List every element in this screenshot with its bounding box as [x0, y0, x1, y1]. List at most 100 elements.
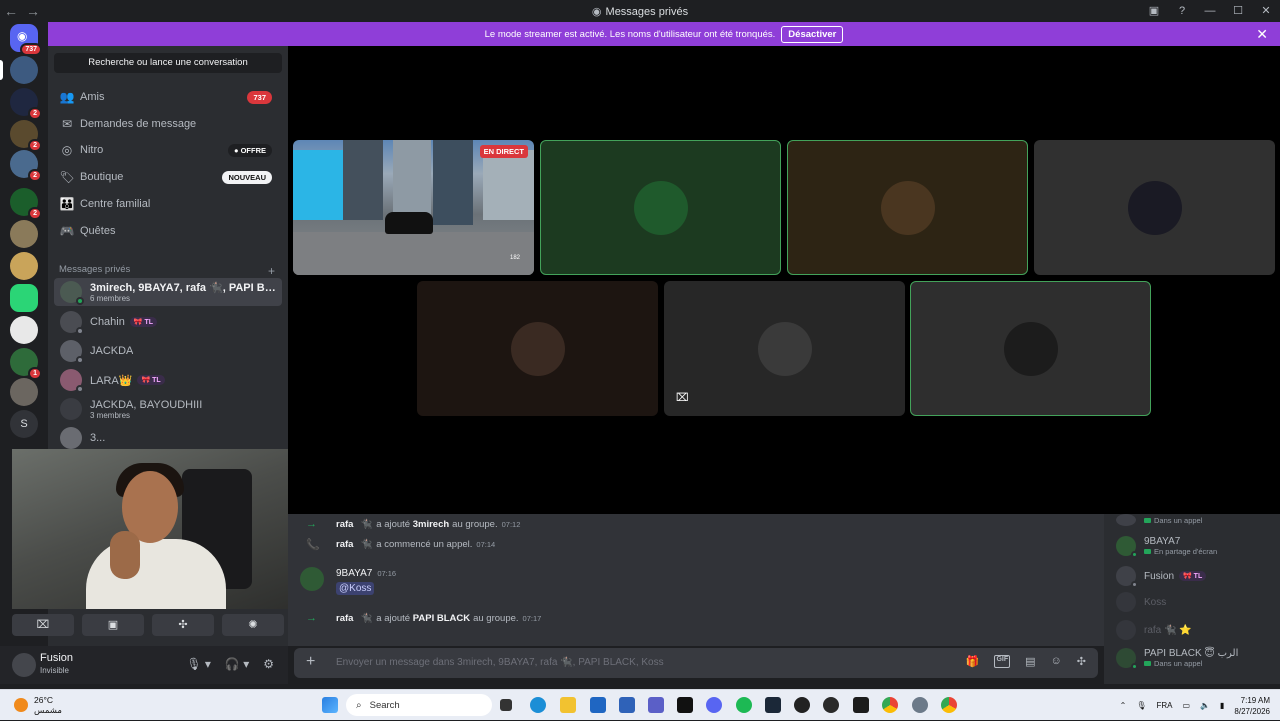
volume-icon[interactable]: 🔈 [1200, 701, 1210, 710]
app-icon[interactable] [853, 697, 869, 713]
participant-tile[interactable] [787, 140, 1028, 275]
file-explorer-icon[interactable] [560, 697, 576, 713]
teams-icon[interactable] [648, 697, 664, 713]
dm-item-jackda-group[interactable]: JACKDA, BAYOUDHIII 3 membres [54, 395, 282, 423]
maximize-button[interactable]: ☐ [1224, 0, 1252, 22]
member-item[interactable]: PAPI BLACK 😇 الرب Dans un appel [1116, 648, 1238, 670]
chrome-icon[interactable] [941, 697, 957, 713]
back-icon[interactable]: ← [0, 3, 22, 19]
inbox-icon[interactable]: ▣ [1140, 0, 1168, 22]
dm-item[interactable]: 3... [54, 424, 282, 452]
attach-plus-icon[interactable]: + [306, 653, 315, 671]
target-name[interactable]: PAPI BLACK [413, 613, 470, 624]
nav-shop[interactable]: 🏷 Boutique NOUVEAU [54, 165, 282, 189]
screen-share-button[interactable]: ▣ [82, 614, 144, 636]
discord-taskbar-icon[interactable] [706, 697, 722, 713]
home-button[interactable]: ◉ 737 [10, 24, 42, 56]
actor-name[interactable]: rafa [336, 519, 353, 530]
outlook-icon[interactable] [590, 697, 606, 713]
nav-family-center[interactable]: 👪 Centre familial [54, 192, 282, 216]
dm-item-group[interactable]: 3mirech, 9BAYA7, rafa 🐈‍⬛, PAPI BLACK,..… [54, 278, 282, 306]
member-item[interactable]: Fusion 🎀 TL [1116, 566, 1207, 588]
microphone-icon[interactable]: 🎙 ▾ [186, 657, 211, 671]
member-item[interactable]: 9BAYA7 En partage d'écran [1116, 536, 1217, 558]
weather-widget[interactable]: 26°C مشمس [14, 695, 62, 715]
app-icon[interactable] [619, 697, 635, 713]
gif-icon[interactable]: GIF [994, 655, 1011, 668]
settings-icon[interactable] [912, 697, 928, 713]
actor-name[interactable]: rafa [336, 539, 353, 550]
gift-icon[interactable]: 🎁 [966, 655, 980, 668]
avatar[interactable] [12, 653, 36, 677]
steam-icon[interactable] [765, 697, 781, 713]
composer-placeholder[interactable]: Envoyer un message dans 3mirech, 9BAYA7,… [336, 657, 664, 668]
member-item[interactable]: Dans un appel [1116, 514, 1202, 526]
actor-name[interactable]: rafa [336, 613, 353, 624]
settings-gear-icon[interactable]: ⚙ [263, 657, 274, 671]
server-icon[interactable] [10, 56, 38, 84]
nav-nitro[interactable]: ◎ Nitro ● OFFRE [54, 138, 282, 162]
dm-item-chahin[interactable]: Chahin 🎀 TL [54, 308, 282, 336]
language-indicator[interactable]: FRA [1156, 701, 1172, 710]
dm-item-jackda[interactable]: JACKDA [54, 337, 282, 365]
participant-tile[interactable]: ⌧ [664, 281, 905, 416]
server-letter[interactable]: S [10, 410, 38, 438]
help-icon[interactable]: ? [1168, 0, 1196, 22]
nav-quests[interactable]: 🎮 Quêtes [54, 219, 282, 243]
server-icon[interactable]: 2 [10, 120, 42, 152]
system-message: → rafa 🐈‍⬛ a ajouté PAPI BLACK au groupe. 07… [306, 612, 541, 624]
server-icon[interactable]: 2 [10, 150, 42, 182]
battery-icon[interactable]: ▮ [1220, 701, 1224, 710]
spotify-icon[interactable] [736, 697, 752, 713]
task-view-icon[interactable] [500, 699, 512, 711]
xbox-icon[interactable] [823, 697, 839, 713]
headphones-icon[interactable]: 🎧 ▾ [225, 657, 249, 671]
nav-message-requests[interactable]: ✉ Demandes de message [54, 112, 282, 136]
participant-tile[interactable] [1034, 140, 1275, 275]
activities-button[interactable]: ✣ [152, 614, 214, 636]
message-author[interactable]: 9BAYA7 [336, 568, 372, 579]
member-item[interactable]: Koss [1116, 592, 1166, 612]
participant-tile[interactable] [417, 281, 658, 416]
avatar[interactable] [300, 567, 324, 591]
nav-friends[interactable]: 👥 Amis 737 [54, 85, 282, 109]
taskbar-search[interactable]: ⌕ Search [346, 694, 492, 716]
chrome-icon[interactable] [882, 697, 898, 713]
server-icon[interactable]: 2 [10, 88, 42, 120]
member-item[interactable]: rafa 🐈‍⬛ ⭐ [1116, 620, 1192, 640]
apps-icon[interactable]: ✣ [1077, 655, 1086, 668]
clock[interactable]: 7:19 AM 8/27/2026 [1234, 695, 1270, 717]
camera-off-button[interactable]: ⌧ [12, 614, 74, 636]
microphone-tray-icon[interactable]: 🎙 [1136, 701, 1146, 710]
server-icon[interactable] [10, 316, 38, 344]
server-icon[interactable]: 2 [10, 188, 42, 220]
sticker-icon[interactable]: ▤ [1025, 655, 1035, 668]
dm-item-lara[interactable]: LARA👑 🎀 TL [54, 366, 282, 394]
server-icon[interactable] [10, 220, 38, 248]
server-icon[interactable] [10, 284, 38, 312]
edge-icon[interactable] [530, 697, 546, 713]
close-window-button[interactable]: ✕ [1252, 0, 1280, 22]
minimize-button[interactable]: — [1196, 0, 1224, 22]
server-icon[interactable] [10, 378, 38, 406]
stream-tile[interactable]: EN DIRECT 182 [293, 140, 534, 275]
server-icon[interactable]: 1 [10, 348, 42, 380]
app-icon[interactable] [677, 697, 693, 713]
server-icon[interactable] [10, 252, 38, 280]
wifi-icon[interactable]: ▭ [1182, 701, 1190, 710]
app-icon[interactable] [794, 697, 810, 713]
disable-streamer-button[interactable]: Désactiver [781, 25, 844, 43]
banner-close-icon[interactable]: ✕ [1256, 26, 1268, 43]
create-dm-icon[interactable]: + [268, 264, 275, 278]
participant-tile[interactable] [540, 140, 781, 275]
soundboard-button[interactable]: ✺ [222, 614, 284, 636]
participant-tile[interactable] [910, 281, 1151, 416]
message-composer[interactable]: + Envoyer un message dans 3mirech, 9BAYA… [294, 648, 1098, 678]
tray-overflow-icon[interactable]: ⌃ [1120, 701, 1127, 710]
emoji-icon[interactable]: ☺ [1051, 655, 1062, 668]
mention[interactable]: @Koss [336, 582, 375, 595]
windows-start-icon[interactable] [322, 697, 338, 713]
target-name[interactable]: 3mirech [413, 519, 449, 530]
search-button[interactable]: Recherche ou lance une conversation [54, 53, 282, 73]
forward-icon[interactable]: → [22, 3, 44, 19]
